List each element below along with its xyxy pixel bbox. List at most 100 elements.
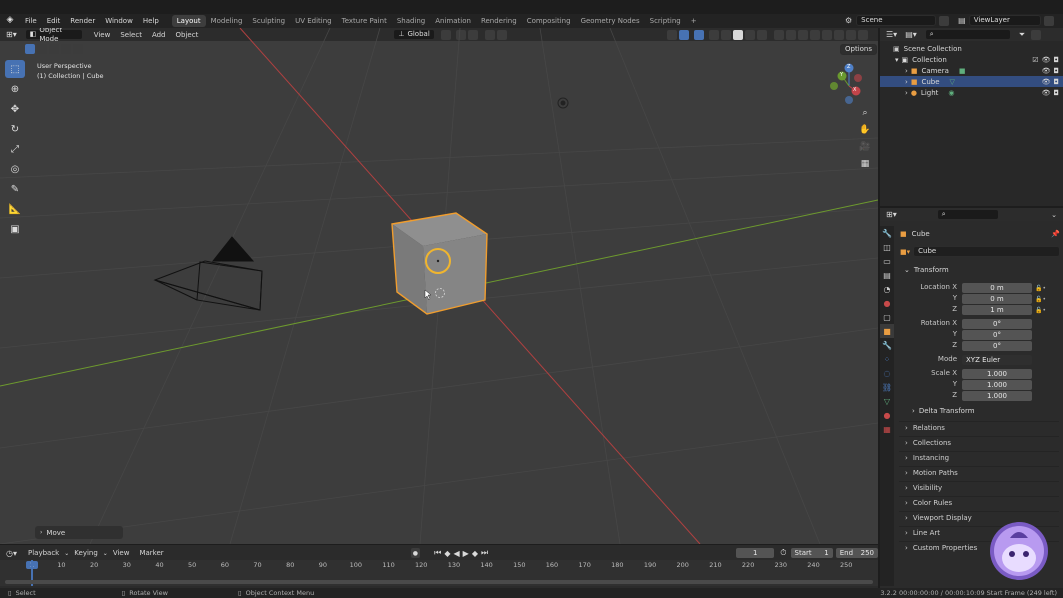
particles-tab-icon[interactable]: ⁘ bbox=[880, 352, 894, 366]
view-layer-icon[interactable]: ▤ bbox=[958, 16, 966, 25]
gizmo-z-label[interactable]: Z bbox=[847, 64, 850, 70]
physics-tab-icon[interactable]: ◌ bbox=[880, 366, 894, 380]
menu-edit[interactable]: Edit bbox=[42, 17, 66, 25]
frame-ruler[interactable]: 1102030405060708090100110120130140150160… bbox=[0, 561, 878, 571]
eye-icon[interactable]: 👁 bbox=[1042, 67, 1051, 75]
color-rules-panel-header[interactable]: › Color Rules bbox=[899, 496, 1059, 509]
rotation-z-field[interactable]: 0° bbox=[962, 341, 1032, 351]
add-cube-tool-icon[interactable]: ▣ bbox=[5, 220, 25, 238]
cursor-tool-icon[interactable]: ⊕ bbox=[5, 80, 25, 98]
tab-geometry-nodes[interactable]: Geometry Nodes bbox=[576, 15, 645, 27]
expand-icon[interactable]: › bbox=[905, 89, 908, 97]
pin-icon[interactable]: 📌 bbox=[1051, 230, 1060, 238]
outliner-search-input[interactable]: ⌕ bbox=[924, 29, 1011, 40]
outliner-row-light[interactable]: › ● Light ◉ 👁 ◘ bbox=[880, 87, 1063, 98]
menu-render[interactable]: Render bbox=[65, 17, 100, 25]
prev-keyframe-icon[interactable]: ◆ bbox=[444, 549, 450, 558]
transform-tool-icon[interactable]: ◎ bbox=[5, 160, 25, 178]
select-box-tool-icon[interactable]: ⬚ bbox=[5, 60, 25, 78]
scale-z-field[interactable]: 1.000 bbox=[962, 391, 1032, 401]
scene-icon[interactable]: ⚙ bbox=[845, 16, 852, 25]
scene-tab-icon[interactable]: ◔ bbox=[880, 282, 894, 296]
display-mode-icon[interactable]: ▤▾ bbox=[905, 30, 917, 39]
menu-file[interactable]: File bbox=[20, 17, 42, 25]
mesh-data-icon[interactable]: ▽ bbox=[950, 78, 955, 86]
chevron-down-icon[interactable]: ⌄ bbox=[1051, 211, 1057, 219]
tab-animation[interactable]: Animation bbox=[430, 15, 476, 27]
collection-tab-icon[interactable]: ▢ bbox=[880, 310, 894, 324]
modifier-tab-icon[interactable]: 🔧 bbox=[880, 338, 894, 352]
outliner-row-collection[interactable]: ▾ ▣ Collection ☑ 👁 ◘ bbox=[880, 54, 1063, 65]
render-tab-icon[interactable]: ◫ bbox=[880, 240, 894, 254]
outliner-row-scene-collection[interactable]: ▣ Scene Collection bbox=[880, 43, 1063, 54]
menu-marker[interactable]: Marker bbox=[134, 549, 168, 557]
outliner-row-camera[interactable]: › ■ Camera ■ 👁 ◘ bbox=[880, 65, 1063, 76]
eye-icon[interactable]: 👁 bbox=[1042, 78, 1051, 86]
tab-layout[interactable]: Layout bbox=[171, 15, 206, 27]
new-collection-icon[interactable] bbox=[1031, 29, 1042, 40]
last-operator-panel[interactable]: › Move bbox=[35, 526, 123, 539]
object-name-field[interactable]: Cube bbox=[913, 246, 1060, 257]
end-frame-field[interactable]: End 250 bbox=[835, 548, 878, 558]
clock-icon[interactable]: ⏱ bbox=[780, 548, 786, 558]
lock-icon[interactable]: 🔓• bbox=[1035, 294, 1055, 305]
location-z-field[interactable]: 1 m bbox=[962, 305, 1032, 315]
material-tab-icon[interactable]: ● bbox=[880, 408, 894, 422]
new-scene-icon[interactable] bbox=[939, 15, 950, 26]
editor-type-icon[interactable]: ◷▾ bbox=[6, 549, 17, 558]
timeline-track[interactable]: 1102030405060708090100110120130140150160… bbox=[0, 560, 878, 586]
jump-start-icon[interactable]: ⏮ bbox=[434, 548, 441, 558]
scale-tool-icon[interactable]: ⤢ bbox=[5, 140, 25, 158]
gizmo-y-label[interactable]: Y bbox=[840, 72, 843, 78]
collections-panel-header[interactable]: › Collections bbox=[899, 436, 1059, 449]
menu-playback[interactable]: Playback bbox=[23, 549, 64, 557]
move-tool-icon[interactable]: ✥ bbox=[5, 100, 25, 118]
pan-hand-icon[interactable]: ✋ bbox=[858, 123, 872, 137]
data-tab-icon[interactable]: ▽ bbox=[880, 394, 894, 408]
timeline-scrollbar[interactable] bbox=[5, 580, 873, 584]
rotation-y-field[interactable]: 0° bbox=[962, 330, 1032, 340]
zoom-icon[interactable]: ⌕ bbox=[858, 106, 872, 120]
expand-icon[interactable]: › bbox=[905, 67, 908, 75]
menu-window[interactable]: Window bbox=[100, 17, 138, 25]
rotation-mode-select[interactable]: XYZ Euler bbox=[962, 355, 1032, 365]
editor-type-icon[interactable]: ⊞▾ bbox=[886, 210, 897, 219]
motion-paths-panel-header[interactable]: › Motion Paths bbox=[899, 466, 1059, 479]
menu-keying[interactable]: Keying bbox=[69, 549, 103, 557]
jump-end-icon[interactable]: ⏭ bbox=[481, 548, 488, 558]
tab-shading[interactable]: Shading bbox=[392, 15, 430, 27]
play-reverse-icon[interactable]: ◀ bbox=[454, 549, 460, 558]
delta-transform-header[interactable]: › Delta Transform bbox=[912, 407, 975, 415]
location-x-field[interactable]: 0 m bbox=[962, 283, 1032, 293]
add-workspace-button[interactable]: + bbox=[686, 15, 702, 27]
world-tab-icon[interactable]: ● bbox=[880, 296, 894, 310]
camera-view-icon[interactable]: 🎥 bbox=[858, 140, 872, 154]
relations-panel-header[interactable]: › Relations bbox=[899, 421, 1059, 434]
tab-texture-paint[interactable]: Texture Paint bbox=[337, 15, 392, 27]
next-keyframe-icon[interactable]: ◆ bbox=[472, 549, 478, 558]
visibility-panel-header[interactable]: › Visibility bbox=[899, 481, 1059, 494]
outliner-row-cube[interactable]: › ■ Cube ▽ 👁 ◘ bbox=[880, 76, 1063, 87]
object-datablock-icon[interactable]: ■▾ bbox=[900, 248, 910, 256]
expand-icon[interactable]: ▾ bbox=[895, 56, 899, 64]
camera-render-icon[interactable]: ◘ bbox=[1053, 78, 1059, 86]
tab-uv-editing[interactable]: UV Editing bbox=[290, 15, 337, 27]
checkbox-icon[interactable]: ☑ bbox=[1032, 56, 1038, 64]
scale-y-field[interactable]: 1.000 bbox=[962, 380, 1032, 390]
properties-search-input[interactable]: ⌕ bbox=[936, 209, 999, 220]
play-icon[interactable]: ▶ bbox=[463, 549, 469, 558]
record-icon[interactable]: ● bbox=[410, 548, 421, 558]
scene-field[interactable]: Scene bbox=[856, 15, 937, 26]
menu-help[interactable]: Help bbox=[138, 17, 164, 25]
start-frame-field[interactable]: Start 1 bbox=[790, 548, 833, 558]
tab-scripting[interactable]: Scripting bbox=[645, 15, 686, 27]
perspective-toggle-icon[interactable]: ▦ bbox=[858, 157, 872, 171]
camera-render-icon[interactable]: ◘ bbox=[1053, 89, 1059, 97]
eye-icon[interactable]: 👁 bbox=[1042, 56, 1051, 64]
camera-render-icon[interactable]: ◘ bbox=[1053, 56, 1059, 64]
editor-type-icon[interactable]: ☰▾ bbox=[886, 30, 897, 39]
tab-rendering[interactable]: Rendering bbox=[476, 15, 522, 27]
tool-tab-icon[interactable]: 🔧 bbox=[880, 226, 894, 240]
camera-data-icon[interactable]: ■ bbox=[959, 67, 966, 75]
3d-viewport[interactable]: ⊞▾ ◧ Object Mode View Select Add Object … bbox=[0, 28, 878, 544]
